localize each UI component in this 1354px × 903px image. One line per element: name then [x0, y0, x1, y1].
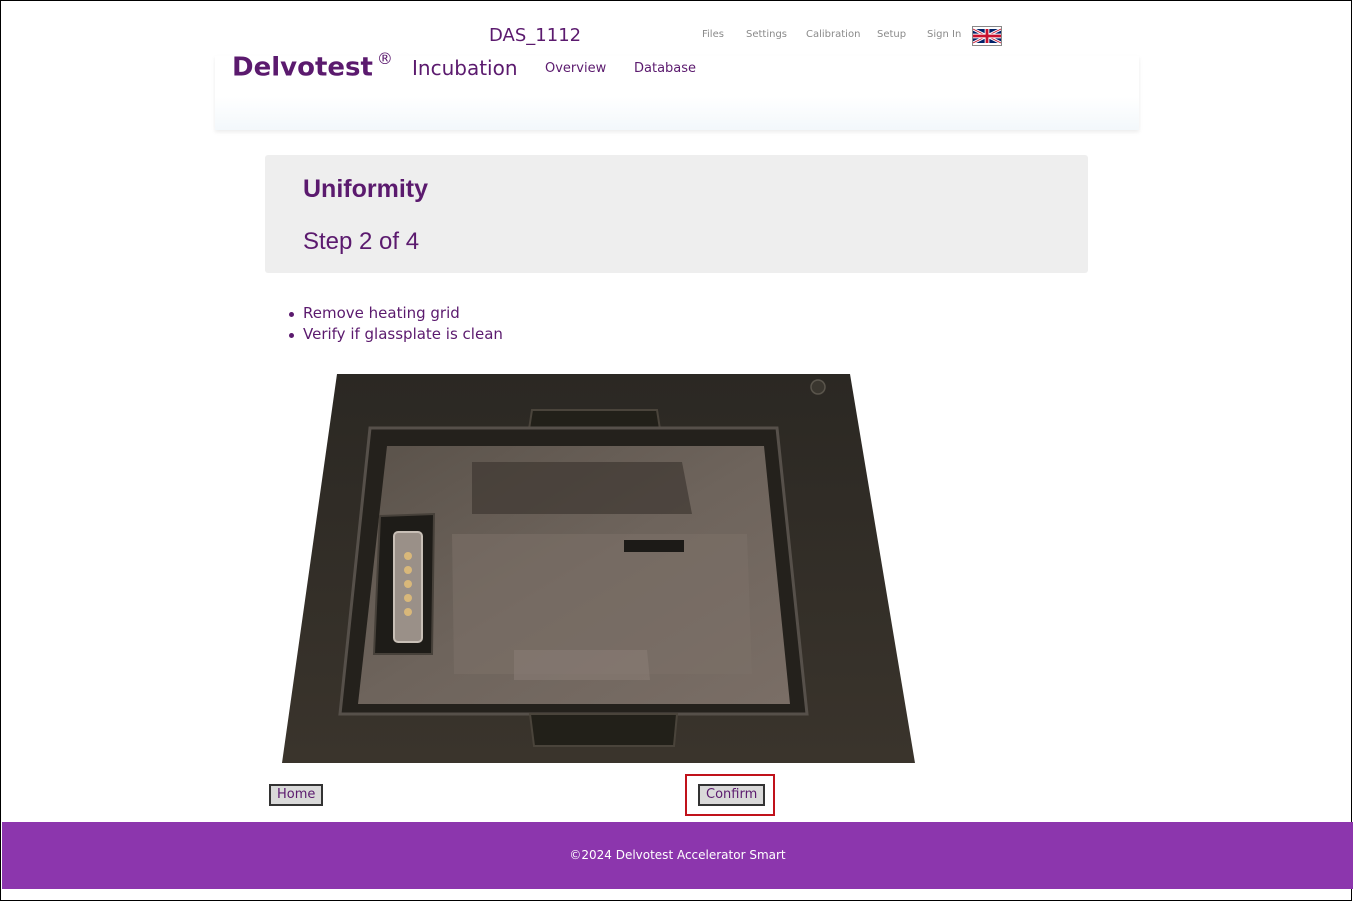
title-panel: Uniformity Step 2 of 4	[265, 155, 1088, 273]
instruction-list: Remove heating grid Verify if glassplate…	[288, 303, 503, 345]
footer-copyright: ©2024 Delvotest Accelerator Smart	[569, 848, 786, 862]
top-link-settings[interactable]: Settings	[746, 29, 787, 40]
nav-database[interactable]: Database	[634, 61, 696, 76]
footer: ©2024 Delvotest Accelerator Smart	[2, 822, 1353, 889]
glassplate-photo	[282, 374, 915, 763]
top-link-setup[interactable]: Setup	[877, 29, 906, 40]
device-name: DAS_1112	[489, 25, 582, 46]
nav-incubation[interactable]: Incubation	[412, 56, 518, 80]
page-title: Uniformity	[303, 175, 428, 203]
brand-logo[interactable]: Delvotest ®	[232, 49, 393, 83]
registered-mark: ®	[376, 49, 393, 68]
instruction-item: Verify if glassplate is clean	[288, 324, 503, 345]
brand-name: Delvotest	[232, 52, 373, 83]
top-link-sign-in[interactable]: Sign In	[927, 29, 961, 40]
top-link-files[interactable]: Files	[702, 29, 724, 40]
home-button[interactable]: Home	[269, 784, 324, 806]
nav-overview[interactable]: Overview	[545, 61, 606, 76]
top-link-calibration[interactable]: Calibration	[806, 29, 860, 40]
instruction-item: Remove heating grid	[288, 303, 503, 324]
uk-flag-icon[interactable]	[972, 26, 1002, 46]
confirm-highlight-box	[685, 774, 775, 816]
step-indicator: Step 2 of 4	[303, 228, 420, 255]
